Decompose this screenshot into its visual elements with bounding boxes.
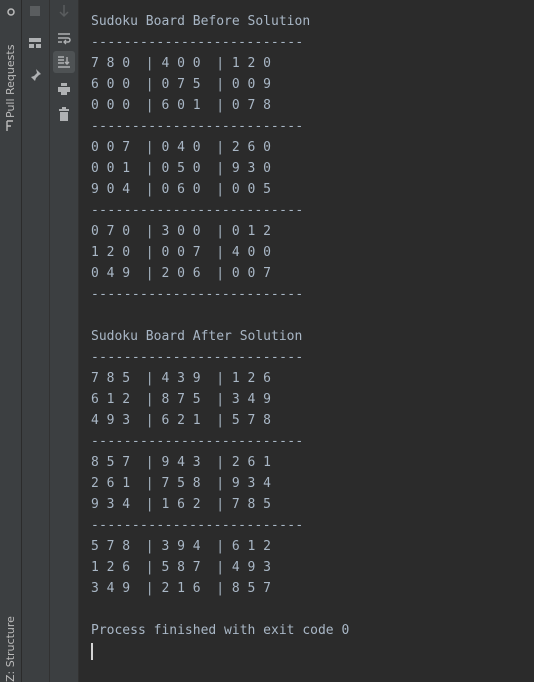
separator-line: -------------------------- [91, 350, 304, 365]
separator-line: -------------------------- [91, 119, 304, 134]
board-row: 7 8 0 | 4 0 0 | 1 2 0 [91, 56, 272, 71]
separator-line: -------------------------- [91, 203, 304, 218]
git-icon [7, 8, 15, 16]
board-row: 9 3 4 | 1 6 2 | 7 8 5 [91, 497, 272, 512]
board-row: 2 6 1 | 7 5 8 | 9 3 4 [91, 476, 272, 491]
pull-requests-label: Pull Requests [4, 44, 17, 118]
board-row: 8 5 7 | 9 4 3 | 2 6 1 [91, 455, 272, 470]
board-row: 0 4 9 | 2 0 6 | 0 0 7 [91, 266, 272, 281]
scroll-to-end-icon [58, 56, 70, 68]
separator-line: -------------------------- [91, 287, 304, 302]
print-icon [58, 83, 70, 95]
print-button[interactable] [53, 78, 75, 100]
pin-icon [30, 69, 41, 82]
board-row: 0 0 0 | 6 0 1 | 0 7 8 [91, 98, 272, 113]
board-row: 6 1 2 | 8 7 5 | 3 4 9 [91, 392, 272, 407]
structure-label: Z: Structure [4, 616, 17, 682]
trash-icon [59, 107, 69, 121]
run-toolbar-primary [22, 0, 50, 682]
text-cursor [91, 643, 93, 660]
layout-button[interactable] [24, 32, 46, 54]
board-row: 3 4 9 | 2 1 6 | 8 5 7 [91, 581, 272, 596]
board-row: 0 0 7 | 0 4 0 | 2 6 0 [91, 140, 272, 155]
separator-line: -------------------------- [91, 434, 304, 449]
stop-icon [30, 6, 40, 16]
run-toolbar-secondary [50, 0, 79, 682]
board-row: 0 7 0 | 3 0 0 | 0 1 2 [91, 224, 272, 239]
left-tool-stripe: Pull Requests Z: Structure [0, 0, 22, 682]
after-title: Sudoku Board After Solution [91, 329, 303, 344]
pull-request-icon [6, 120, 13, 131]
pull-requests-tab[interactable]: Pull Requests [0, 44, 21, 136]
soft-wrap-icon [58, 33, 71, 45]
scroll-to-end-button[interactable] [53, 51, 75, 73]
stop-button[interactable] [24, 0, 46, 22]
board-row: 1 2 0 | 0 0 7 | 4 0 0 [91, 245, 272, 260]
console-output[interactable]: Sudoku Board Before Solution -----------… [79, 0, 534, 682]
board-row: 0 0 1 | 0 5 0 | 9 3 0 [91, 161, 272, 176]
pin-button[interactable] [24, 64, 46, 86]
arrow-down-icon [59, 5, 69, 18]
before-title: Sudoku Board Before Solution [91, 14, 311, 29]
board-row: 1 2 6 | 5 8 7 | 4 9 3 [91, 560, 272, 575]
board-row: 6 0 0 | 0 7 5 | 0 0 9 [91, 77, 272, 92]
structure-tab[interactable]: Z: Structure [0, 612, 21, 682]
soft-wrap-button[interactable] [53, 27, 75, 49]
top-tool-tab[interactable] [0, 0, 21, 20]
scroll-down-button[interactable] [53, 0, 75, 22]
separator-line: -------------------------- [91, 35, 304, 50]
board-row: 9 0 4 | 0 6 0 | 0 0 5 [91, 182, 272, 197]
separator-line: -------------------------- [91, 518, 304, 533]
exit-message: Process finished with exit code 0 [91, 623, 350, 638]
clear-all-button[interactable] [53, 103, 75, 125]
layout-icon [29, 38, 41, 48]
board-row: 5 7 8 | 3 9 4 | 6 1 2 [91, 539, 272, 554]
board-row: 7 8 5 | 4 3 9 | 1 2 6 [91, 371, 272, 386]
board-row: 4 9 3 | 6 2 1 | 5 7 8 [91, 413, 272, 428]
